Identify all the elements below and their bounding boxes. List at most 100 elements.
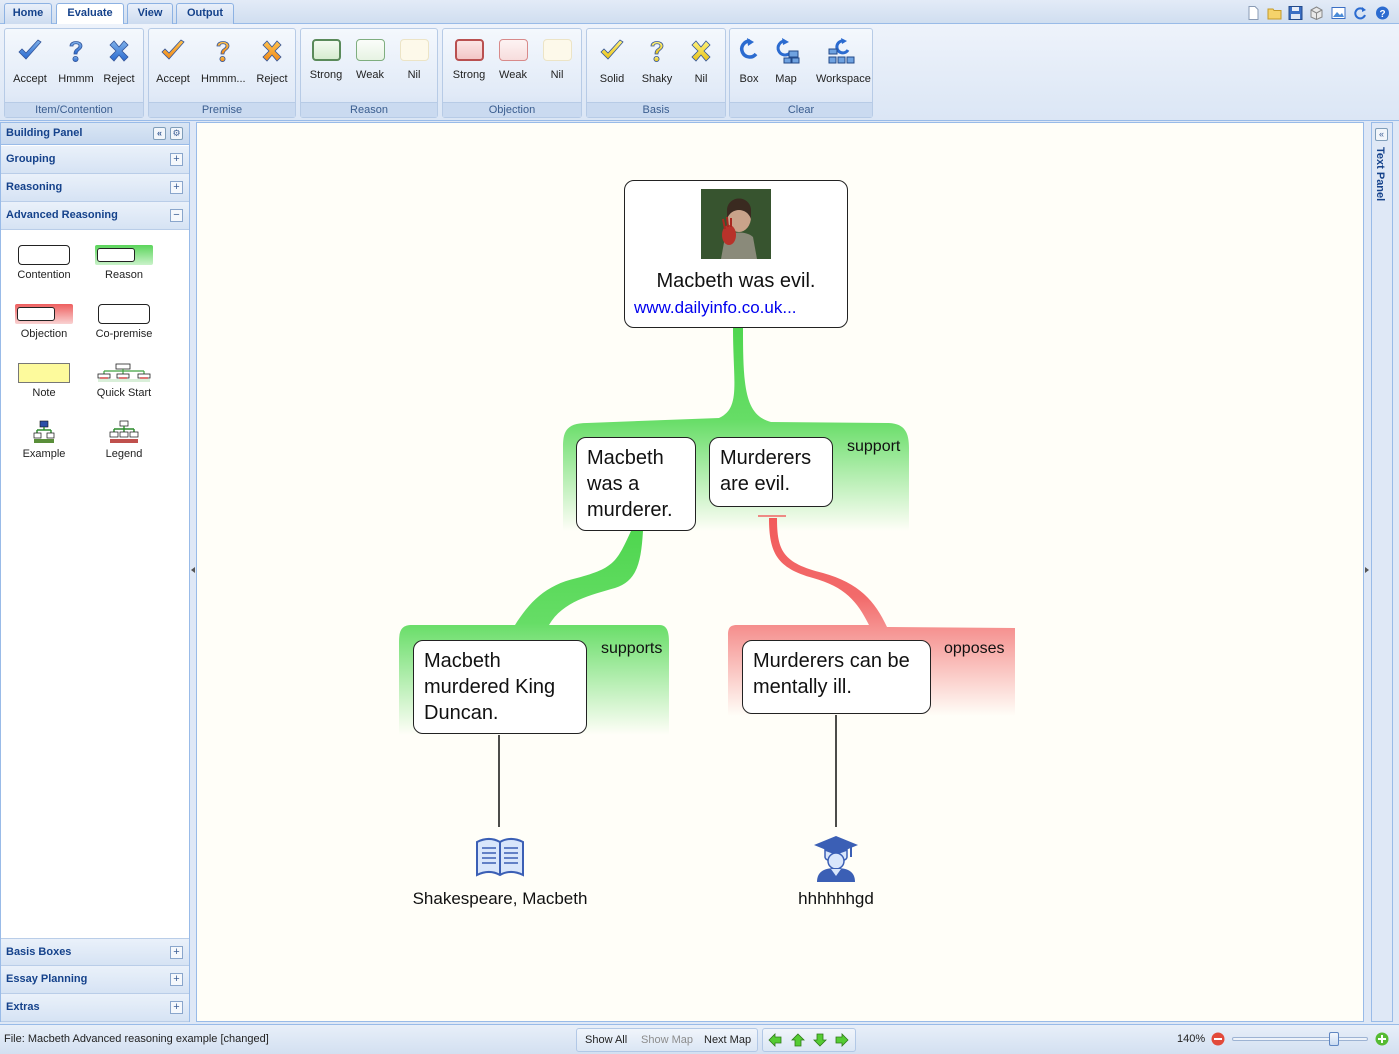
tool-label: Note <box>32 387 56 399</box>
section-label: Reasoning <box>6 181 63 193</box>
building-panel: Building Panel « ⚙ Grouping + Reasoning … <box>0 122 190 1022</box>
zoom-slider-track[interactable] <box>1232 1032 1368 1046</box>
clear-workspace-button[interactable]: Workspace <box>816 35 871 87</box>
tab-evaluate[interactable]: Evaluate <box>56 3 124 25</box>
section-label: Essay Planning <box>6 973 88 985</box>
section-essay-planning[interactable]: Essay Planning + <box>1 966 189 994</box>
tool-example[interactable]: Example <box>4 420 84 460</box>
question-icon <box>62 37 90 65</box>
premise-node[interactable]: Macbeth was a murderer. <box>576 437 696 531</box>
macbeth-photo <box>701 189 771 259</box>
section-reasoning[interactable]: Reasoning + <box>1 174 189 202</box>
expand-left-icon[interactable]: « <box>1375 128 1388 141</box>
text-panel-collapsed[interactable]: « Text Panel <box>1371 122 1393 1022</box>
tool-reason[interactable]: Reason <box>84 245 164 281</box>
basis-nil-label: Nil <box>694 73 708 85</box>
zoom-slider-thumb[interactable] <box>1328 1032 1339 1046</box>
zoom-in-icon[interactable] <box>1375 1032 1389 1046</box>
collapse-left-icon[interactable]: « <box>153 127 166 140</box>
tool-co-premise[interactable]: Co-premise <box>84 304 164 340</box>
objection-nil-button[interactable]: Nil <box>535 35 579 87</box>
right-splitter[interactable] <box>1364 122 1370 1022</box>
co-premise-node[interactable]: Murderers are evil. <box>709 437 833 507</box>
supports-label: supports <box>601 640 663 657</box>
tool-legend[interactable]: Legend <box>84 420 164 460</box>
objection-weak-button[interactable]: Weak <box>491 35 535 87</box>
ribbon-group-title: Item/Contention <box>5 102 143 117</box>
legend-icon <box>109 420 139 443</box>
tab-view[interactable]: View <box>127 3 173 24</box>
arrow-left-icon[interactable] <box>768 1033 782 1047</box>
co-premise-box-icon <box>98 304 150 324</box>
collapse-icon[interactable]: − <box>170 209 183 222</box>
premise-accept-button[interactable]: Accept <box>151 35 195 87</box>
section-grouping[interactable]: Grouping + <box>1 146 189 174</box>
arrow-up-icon[interactable] <box>791 1033 805 1047</box>
image-export-icon[interactable] <box>1331 6 1346 20</box>
zoom-out-icon[interactable] <box>1211 1032 1225 1046</box>
objection-strong-button[interactable]: Strong <box>447 35 491 87</box>
basis-shaky-label: Shaky <box>641 73 673 85</box>
premise-hmmm-button[interactable]: Hmmm... <box>201 35 246 87</box>
save-icon[interactable] <box>1288 6 1303 20</box>
arrow-down-icon[interactable] <box>813 1033 827 1047</box>
tab-home[interactable]: Home <box>4 3 52 24</box>
arrow-right-icon[interactable] <box>835 1033 849 1047</box>
tool-quick-start[interactable]: Quick Start <box>84 363 164 399</box>
sub-reason-node[interactable]: Macbeth murdered King Duncan. <box>413 640 587 734</box>
tool-note[interactable]: Note <box>4 363 84 399</box>
reason-weak-button[interactable]: Weak <box>348 35 392 87</box>
contention-link[interactable]: www.dailyinfo.co.uk... <box>633 295 839 321</box>
text-panel-title[interactable]: Text Panel <box>1374 147 1386 201</box>
collapse-arrow-icon[interactable] <box>191 567 195 573</box>
expand-icon[interactable]: + <box>170 973 183 986</box>
contention-node[interactable]: Macbeth was evil. www.dailyinfo.co.uk... <box>624 180 848 328</box>
book-icon[interactable] <box>475 837 525 879</box>
tool-objection[interactable]: Objection <box>4 304 84 340</box>
show-map-button[interactable]: Show Map <box>641 1034 693 1046</box>
support-label: support <box>847 438 901 455</box>
objection-box-icon <box>15 304 73 324</box>
item-accept-button[interactable]: Accept <box>8 35 52 87</box>
expand-icon[interactable]: + <box>170 153 183 166</box>
note-icon <box>18 363 70 383</box>
expand-icon[interactable]: + <box>170 1001 183 1014</box>
package-icon[interactable] <box>1309 6 1324 20</box>
tool-contention[interactable]: Contention <box>4 245 84 281</box>
map-canvas[interactable]: Macbeth was evil. www.dailyinfo.co.uk...… <box>196 122 1364 1022</box>
reason-nil-button[interactable]: Nil <box>392 35 436 87</box>
expert-graduate-icon[interactable] <box>811 833 861 883</box>
new-file-icon[interactable] <box>1246 6 1261 20</box>
basis-shaky-button[interactable]: Shaky <box>635 35 679 87</box>
item-reject-button[interactable]: Reject <box>97 35 141 87</box>
premise-accept-label: Accept <box>156 73 190 85</box>
open-folder-icon[interactable] <box>1267 6 1282 20</box>
help-icon[interactable]: ? <box>1375 6 1390 20</box>
strong-swatch-icon <box>311 39 341 61</box>
question-icon <box>209 37 237 65</box>
expand-icon[interactable]: + <box>170 181 183 194</box>
basis-nil-button[interactable]: Nil <box>679 35 723 87</box>
clear-map-button[interactable]: Map <box>764 35 808 87</box>
tab-output[interactable]: Output <box>176 3 234 24</box>
ribbon-group-title: Reason <box>301 102 437 117</box>
objection-node[interactable]: Murderers can be mentally ill. <box>742 640 931 714</box>
reason-box-icon <box>95 245 153 265</box>
gear-icon[interactable]: ⚙ <box>170 127 183 140</box>
refresh-icon[interactable] <box>1353 6 1368 20</box>
premise-reject-button[interactable]: Reject <box>250 35 294 87</box>
item-hmmm-button[interactable]: Hmmm <box>54 35 98 87</box>
show-all-button[interactable]: Show All <box>585 1034 627 1046</box>
section-extras[interactable]: Extras + <box>1 994 189 1022</box>
premise-hmmm-label: Hmmm... <box>201 73 246 85</box>
clear-workspace-label: Workspace <box>816 73 871 85</box>
reason-strong-button[interactable]: Strong <box>304 35 348 87</box>
section-basis-boxes[interactable]: Basis Boxes + <box>1 938 189 966</box>
expand-icon[interactable]: + <box>170 946 183 959</box>
next-map-button[interactable]: Next Map <box>704 1034 751 1046</box>
basis-solid-button[interactable]: Solid <box>590 35 634 87</box>
file-status: File: Macbeth Advanced reasoning example… <box>4 1033 269 1045</box>
expand-arrow-icon[interactable] <box>1365 567 1369 573</box>
cross-icon <box>687 37 715 65</box>
section-advanced-reasoning[interactable]: Advanced Reasoning − <box>1 202 189 230</box>
